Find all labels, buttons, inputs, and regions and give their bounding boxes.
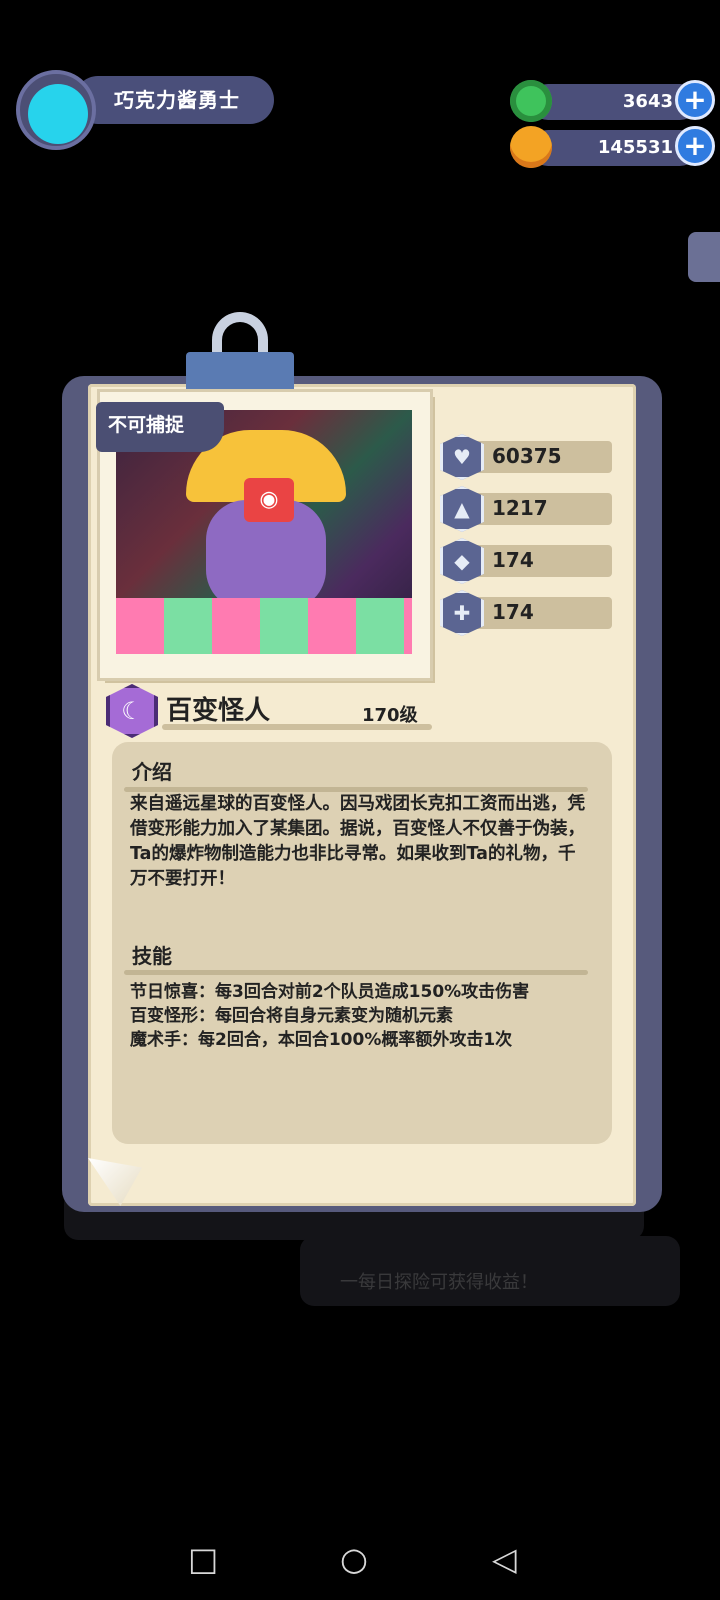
recent-apps-button[interactable]: □ [188,1540,218,1578]
green-gem-counter: 3643 + [510,80,715,122]
back-button[interactable]: ◁ [492,1540,517,1578]
skills-list: 节日惊喜：每3回合对前2个队员造成150%攻击伤害 百变怪形：每回合将自身元素变… [130,980,600,1052]
skill-item: 百变怪形：每回合将自身元素变为随机元素 [130,1006,453,1026]
green-gem-value: 3643 [622,91,673,112]
system-nav-bar: □ ○ ◁ [0,1520,720,1600]
skills-divider [124,970,588,975]
stat-attack-value: 1217 [492,496,548,520]
uncatchable-tag: 不可捕捉 [96,402,224,452]
share-icon[interactable] [688,232,720,282]
stat-attack: ▲ 1217 [440,486,612,532]
stat-speed-value: 174 [492,600,534,624]
planet-coin-icon [510,126,552,168]
eye-mask-icon: ◉ [244,478,294,522]
cat-avatar-icon [28,84,88,144]
stat-defense: ◆ 174 [440,538,612,584]
intro-title: 介绍 [132,760,172,784]
stat-hp: ♥ 60375 [440,434,612,480]
gold-coin-value: 145531 [597,137,673,158]
intro-text: 来自遥远星球的百变怪人。因马戏团长克扣工资而出逃，凭借变形能力加入了某集团。据说… [130,794,585,889]
player-profile[interactable]: 巧克力酱勇士 [14,70,274,150]
name-underline [162,724,432,730]
skill-item: 节日惊喜：每3回合对前2个队员造成150%攻击伤害 [130,982,530,1002]
add-gem-button[interactable]: + [675,80,715,120]
gold-coin-counter: 145531 + [510,126,715,168]
player-name: 巧克力酱勇士 [114,88,240,112]
skills-title: 技能 [132,944,172,968]
checker-floor [116,598,412,654]
stat-speed: ✚ 174 [440,590,612,636]
stat-defense-value: 174 [492,548,534,572]
add-coin-button[interactable]: + [675,126,715,166]
home-button[interactable]: ○ [340,1540,368,1578]
stat-hp-value: 60375 [492,444,562,468]
green-gem-icon [510,80,552,122]
background-hint-text: 一每日探险可获得收益！ [340,1272,538,1293]
skill-item: 魔术手：每2回合，本回合100%概率额外攻击1次 [130,1030,513,1050]
binder-clip-icon [186,312,294,402]
monster-name: 百变怪人 [166,696,271,726]
